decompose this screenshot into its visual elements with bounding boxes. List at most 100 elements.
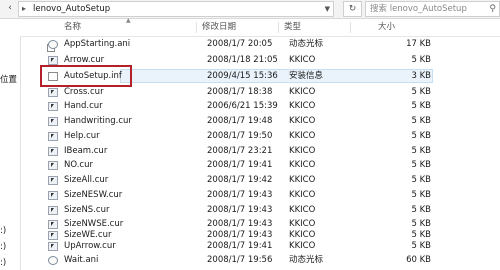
nav-item-fragment[interactable]: :) xyxy=(0,242,6,252)
file-date: 2009/4/15 15:36 xyxy=(207,71,278,81)
file-name: SizeNS.cur xyxy=(64,205,110,215)
file-size: 3 KB xyxy=(411,71,431,81)
column-header-date[interactable]: 修改日期 xyxy=(202,19,236,36)
file-name: NO.cur xyxy=(64,160,93,170)
file-row[interactable]: SizeAll.cur 2008/1/7 19:42 KKICO 5 KB xyxy=(45,174,435,187)
file-name: UpArrow.cur xyxy=(64,241,116,251)
file-name: Handwriting.cur xyxy=(64,116,132,126)
file-name: AppStarting.ani xyxy=(64,39,131,49)
file-date: 2008/1/7 20:05 xyxy=(207,39,273,49)
file-date: 2008/1/7 19:43 xyxy=(207,205,273,215)
file-row[interactable]: SizeNESW.cur 2008/1/7 19:43 KKICO 5 KB xyxy=(45,189,435,202)
cursor-file-icon xyxy=(48,117,58,126)
search-input[interactable]: 搜索 lenovo_AutoSetup ⚲ xyxy=(365,1,500,17)
cursor-file-icon xyxy=(48,132,58,141)
column-divider[interactable] xyxy=(350,22,351,33)
column-divider[interactable] xyxy=(278,22,279,33)
file-row[interactable]: Handwriting.cur 2008/1/7 19:48 KKICO 5 K… xyxy=(45,115,435,128)
sort-ascending-icon: ▲ xyxy=(126,17,131,24)
cursor-file-icon xyxy=(48,220,58,229)
file-size: 5 KB xyxy=(411,175,431,185)
file-type: KKICO xyxy=(289,205,316,215)
animated-cursor-file-icon xyxy=(48,40,58,49)
nav-item-fragment[interactable]: 位置 xyxy=(0,73,17,85)
file-date: 2008/1/7 19:41 xyxy=(207,160,273,170)
refresh-icon: ↻ xyxy=(348,4,357,14)
file-size: 5 KB xyxy=(411,55,431,65)
cursor-file-icon xyxy=(48,161,58,170)
file-row[interactable]: Help.cur 2008/1/7 19:50 KKICO 5 KB xyxy=(45,130,435,143)
file-date: 2008/1/7 19:43 xyxy=(207,190,273,200)
file-size: 17 KB xyxy=(406,39,431,49)
file-type: KKICO xyxy=(289,146,316,156)
file-size: 5 KB xyxy=(411,146,431,156)
file-type: KKICO xyxy=(289,116,316,126)
file-type: KKICO xyxy=(289,55,316,65)
nav-item-fragment[interactable]: :) xyxy=(0,226,6,236)
chevron-down-icon[interactable]: ▼ xyxy=(325,2,330,16)
cursor-file-icon xyxy=(48,242,58,251)
highlight-annotation-box xyxy=(40,65,132,87)
file-row[interactable]: Cross.cur 2008/1/7 18:38 KKICO 5 KB xyxy=(45,86,435,99)
breadcrumb-separator-icon: ▸ xyxy=(22,4,27,13)
cursor-file-icon xyxy=(48,56,58,65)
file-row[interactable]: Wait.ani 2008/1/7 19:56 动态光标 60 KB xyxy=(45,254,435,267)
file-type: KKICO xyxy=(289,101,316,111)
cursor-file-icon xyxy=(48,191,58,200)
cursor-file-icon xyxy=(48,206,58,215)
column-header-type[interactable]: 类型 xyxy=(284,19,301,36)
file-date: 2008/1/7 19:42 xyxy=(207,175,273,185)
file-row[interactable]: SizeNS.cur 2008/1/7 19:43 KKICO 5 KB xyxy=(45,204,435,217)
column-header-size[interactable]: 大小 xyxy=(378,19,395,36)
file-date: 2008/1/18 21:05 xyxy=(207,55,278,65)
cursor-file-icon xyxy=(48,88,58,97)
nav-item-fragment[interactable]: :) xyxy=(0,258,6,268)
file-type: KKICO xyxy=(289,160,316,170)
file-name: Help.cur xyxy=(64,131,100,141)
file-row[interactable]: Hand.cur 2006/6/21 15:39 KKICO 5 KB xyxy=(45,100,435,113)
file-size: 5 KB xyxy=(411,190,431,200)
address-bar: ‹ ▸ lenovo_AutoSetup ▼ ↻ 搜索 lenovo_AutoS… xyxy=(0,0,500,19)
animated-cursor-file-icon xyxy=(48,256,58,265)
file-date: 2008/1/7 19:48 xyxy=(207,116,273,126)
file-name: Wait.ani xyxy=(64,255,99,265)
file-size: 60 KB xyxy=(406,255,431,265)
address-field[interactable]: ▸ lenovo_AutoSetup ▼ xyxy=(18,1,334,17)
search-placeholder: 搜索 lenovo_AutoSetup xyxy=(370,4,467,14)
file-type: 动态光标 xyxy=(289,255,324,265)
file-size: 5 KB xyxy=(411,205,431,215)
column-divider[interactable] xyxy=(196,22,197,33)
file-name: Cross.cur xyxy=(64,87,104,97)
file-date: 2008/1/7 18:38 xyxy=(207,87,273,97)
file-size: 5 KB xyxy=(411,131,431,141)
file-row[interactable]: IBeam.cur 2008/1/7 23:21 KKICO 5 KB xyxy=(45,145,435,158)
file-date: 2008/1/7 19:41 xyxy=(207,241,273,251)
back-arrow-icon[interactable]: ‹ xyxy=(4,2,16,15)
column-header-name[interactable]: 名称 xyxy=(64,19,81,36)
file-type: KKICO xyxy=(289,131,316,141)
file-row[interactable]: UpArrow.cur 2008/1/7 19:41 KKICO 5 KB xyxy=(45,240,435,253)
file-size: 5 KB xyxy=(411,87,431,97)
file-row[interactable]: NO.cur 2008/1/7 19:41 KKICO 5 KB xyxy=(45,159,435,172)
file-type: 动态光标 xyxy=(289,39,324,49)
file-type: KKICO xyxy=(289,190,316,200)
file-date: 2008/1/7 23:21 xyxy=(207,146,273,156)
file-name: SizeAll.cur xyxy=(64,175,109,185)
breadcrumb-current-folder[interactable]: lenovo_AutoSetup xyxy=(33,2,110,16)
file-row[interactable]: AppStarting.ani 2008/1/7 20:05 动态光标 17 K… xyxy=(45,38,435,51)
file-size: 5 KB xyxy=(411,101,431,111)
file-name: IBeam.cur xyxy=(64,146,108,156)
file-date: 2006/6/21 15:39 xyxy=(207,101,278,111)
file-date: 2008/1/7 19:56 xyxy=(207,255,273,265)
file-name: Hand.cur xyxy=(64,101,103,111)
cursor-file-icon xyxy=(48,147,58,156)
file-date: 2008/1/7 19:50 xyxy=(207,131,273,141)
cursor-file-icon xyxy=(48,231,58,240)
file-name: SizeNESW.cur xyxy=(64,190,123,200)
file-type: 安装信息 xyxy=(289,71,324,81)
refresh-button[interactable]: ↻ xyxy=(343,1,362,17)
file-size: 5 KB xyxy=(411,116,431,126)
navigation-pane: 位置 :) :) :) xyxy=(0,19,21,270)
search-icon[interactable]: ⚲ xyxy=(489,2,496,16)
file-size: 5 KB xyxy=(411,160,431,170)
